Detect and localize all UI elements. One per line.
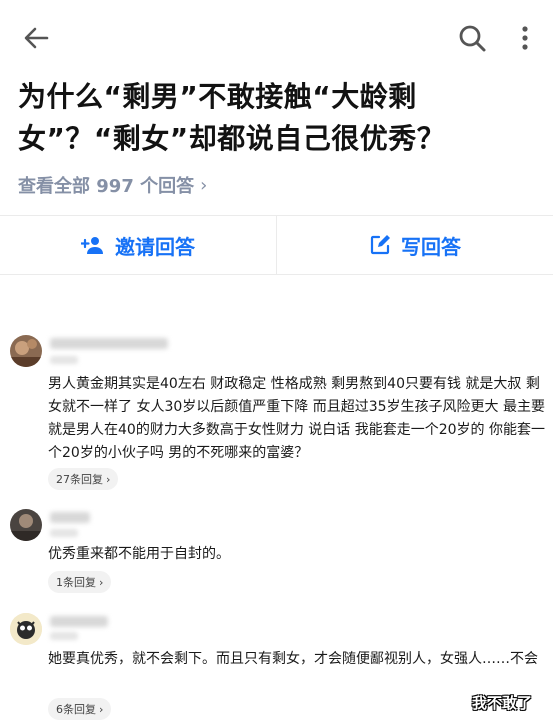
reply-count: 1条回复: [56, 576, 96, 589]
invite-answer-button[interactable]: 邀请回答: [0, 216, 276, 274]
write-answer-label: 写回答: [401, 234, 461, 259]
view-replies-button[interactable]: 6条回复 ›: [48, 698, 112, 720]
chevron-right-icon: ›: [200, 174, 208, 196]
timestamp-redacted: [50, 529, 78, 537]
username-redacted[interactable]: [50, 512, 90, 523]
username-redacted[interactable]: [50, 338, 168, 349]
view-replies-button[interactable]: 1条回复 ›: [48, 571, 112, 593]
search-icon[interactable]: [456, 22, 488, 54]
reply-count: 6条回复: [56, 703, 96, 716]
section-spacer: [0, 276, 553, 316]
write-answer-button[interactable]: 写回答: [276, 216, 553, 274]
chevron-right-icon: ›: [99, 702, 104, 716]
back-arrow-icon[interactable]: [20, 22, 52, 54]
avatar[interactable]: [10, 509, 42, 541]
reply-count: 27条回复: [56, 473, 103, 486]
view-all-answers-link[interactable]: 查看全部 997 个回答 ›: [18, 172, 207, 198]
watermark: 我不敢了: [472, 694, 533, 712]
avatar[interactable]: [10, 613, 42, 645]
answer-action-bar: 邀请回答 写回答: [0, 215, 553, 275]
avatar[interactable]: [10, 335, 42, 367]
more-menu-icon[interactable]: [512, 22, 538, 54]
view-all-label: 查看全部 997 个回答: [18, 176, 195, 197]
add-user-icon: [81, 237, 103, 254]
comment-text: 她要真优秀，就不会剩下。而且只有剩女，才会随便鄙视别人，女强人……不会: [48, 651, 538, 667]
comment-text: 优秀重来都不能用于自封的。: [48, 546, 230, 562]
question-title: 为什么“剩男”不敢接触“大龄剩女”？“剩女”却都说自己很优秀？: [18, 80, 446, 155]
timestamp-redacted: [50, 632, 78, 640]
edit-icon: [370, 235, 390, 255]
top-bar: [0, 0, 553, 72]
chevron-right-icon: ›: [106, 472, 111, 486]
invite-answer-label: 邀请回答: [115, 234, 195, 259]
username-redacted[interactable]: [50, 616, 108, 627]
comment-text: 男人黄金期其实是40左右 财政稳定 性格成熟 剩男熬到40只要有钱 就是大叔 剩…: [48, 376, 545, 461]
timestamp-redacted: [50, 356, 78, 364]
chevron-right-icon: ›: [99, 575, 104, 589]
view-replies-button[interactable]: 27条回复 ›: [48, 468, 119, 490]
